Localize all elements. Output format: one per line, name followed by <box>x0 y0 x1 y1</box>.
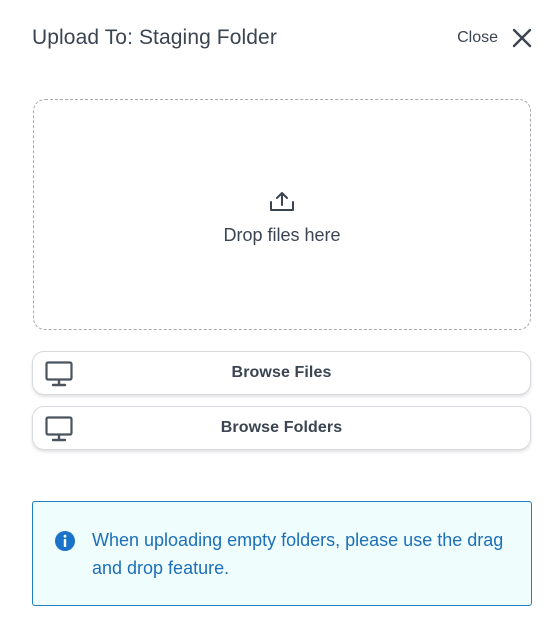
info-notice: When uploading empty folders, please use… <box>32 501 532 606</box>
upload-dialog: Upload To: Staging Folder Close Drop fil… <box>0 0 560 617</box>
close-button[interactable]: Close <box>457 28 532 48</box>
browse-files-button[interactable]: Browse Files <box>32 351 531 395</box>
dialog-header: Upload To: Staging Folder Close <box>32 22 532 54</box>
browse-folders-button[interactable]: Browse Folders <box>32 406 531 450</box>
browse-folders-label: Browse Folders <box>220 419 343 436</box>
drop-zone[interactable]: Drop files here <box>33 99 531 330</box>
drop-zone-label: Drop files here <box>223 225 341 245</box>
close-label: Close <box>457 29 498 46</box>
monitor-icon <box>45 361 73 387</box>
x-icon <box>512 28 532 48</box>
monitor-icon <box>45 416 73 442</box>
info-icon <box>55 531 75 551</box>
upload-icon <box>270 192 294 211</box>
browse-files-label: Browse Files <box>231 364 332 381</box>
dialog-title: Upload To: Staging Folder <box>32 26 277 49</box>
info-notice-text: When uploading empty folders, please use… <box>92 530 504 578</box>
